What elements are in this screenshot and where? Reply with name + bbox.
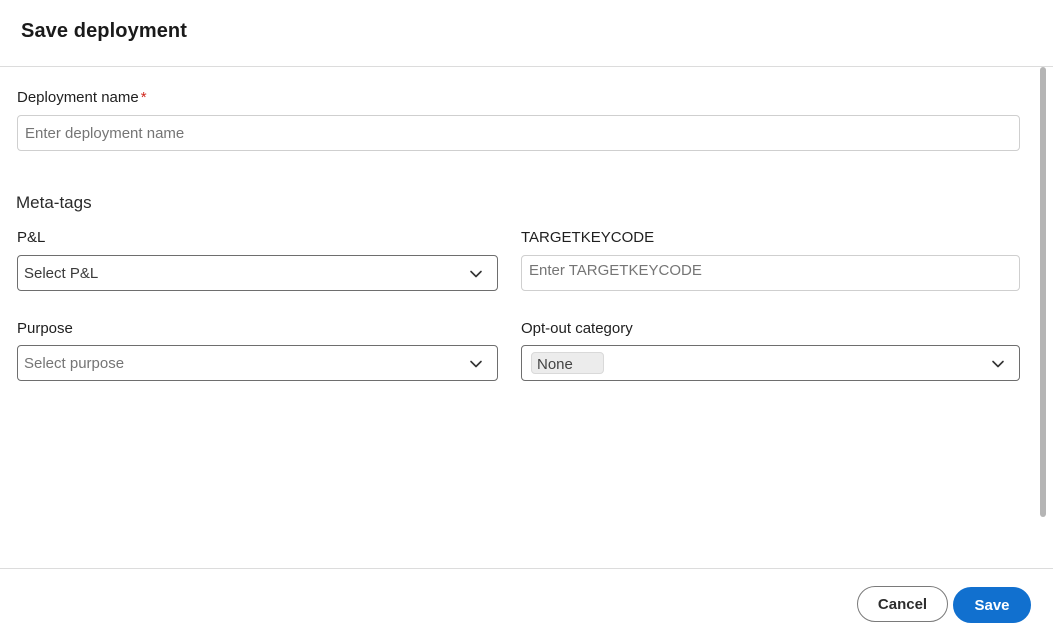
cancel-button[interactable]: Cancel [857, 586, 948, 622]
deployment-name-placeholder: Enter deployment name [25, 125, 185, 142]
opt-out-chip-label: None [537, 356, 573, 373]
opt-out-category-label: Opt-out category [521, 320, 633, 337]
opt-out-chip[interactable]: None [531, 352, 604, 374]
purpose-select-placeholder: Select purpose [24, 355, 125, 372]
meta-tags-heading: Meta-tags [16, 193, 92, 212]
dialog-title: Save deployment [21, 20, 188, 42]
dialog-body: Deployment name * Enter deployment name M… [0, 67, 1053, 568]
targetkeycode-placeholder: Enter TARGETKEYCODE [529, 262, 702, 279]
deployment-name-label-text: Deployment name [17, 89, 139, 106]
targetkeycode-input[interactable]: Enter TARGETKEYCODE [521, 255, 1020, 291]
pl-label: P&L [17, 229, 46, 246]
dialog-footer: Cancel Save [0, 568, 1053, 643]
deployment-name-label: Deployment name * [17, 89, 147, 106]
targetkeycode-label: TARGETKEYCODE [521, 229, 655, 246]
opt-out-category-select[interactable]: None [521, 345, 1020, 381]
purpose-select[interactable]: Select purpose [17, 345, 498, 381]
vertical-scrollbar[interactable] [1040, 67, 1046, 517]
pl-select[interactable]: Select P&L [17, 255, 498, 291]
required-marker: * [140, 89, 147, 106]
chevron-down-icon [992, 360, 1004, 368]
pl-select-value: Select P&L [24, 265, 99, 282]
chevron-down-icon [470, 270, 482, 278]
save-button[interactable]: Save [953, 587, 1031, 623]
dialog-header: Save deployment [0, 0, 1053, 67]
purpose-label: Purpose [17, 320, 73, 337]
deployment-name-input[interactable]: Enter deployment name [17, 115, 1020, 151]
chevron-down-icon [470, 360, 482, 368]
